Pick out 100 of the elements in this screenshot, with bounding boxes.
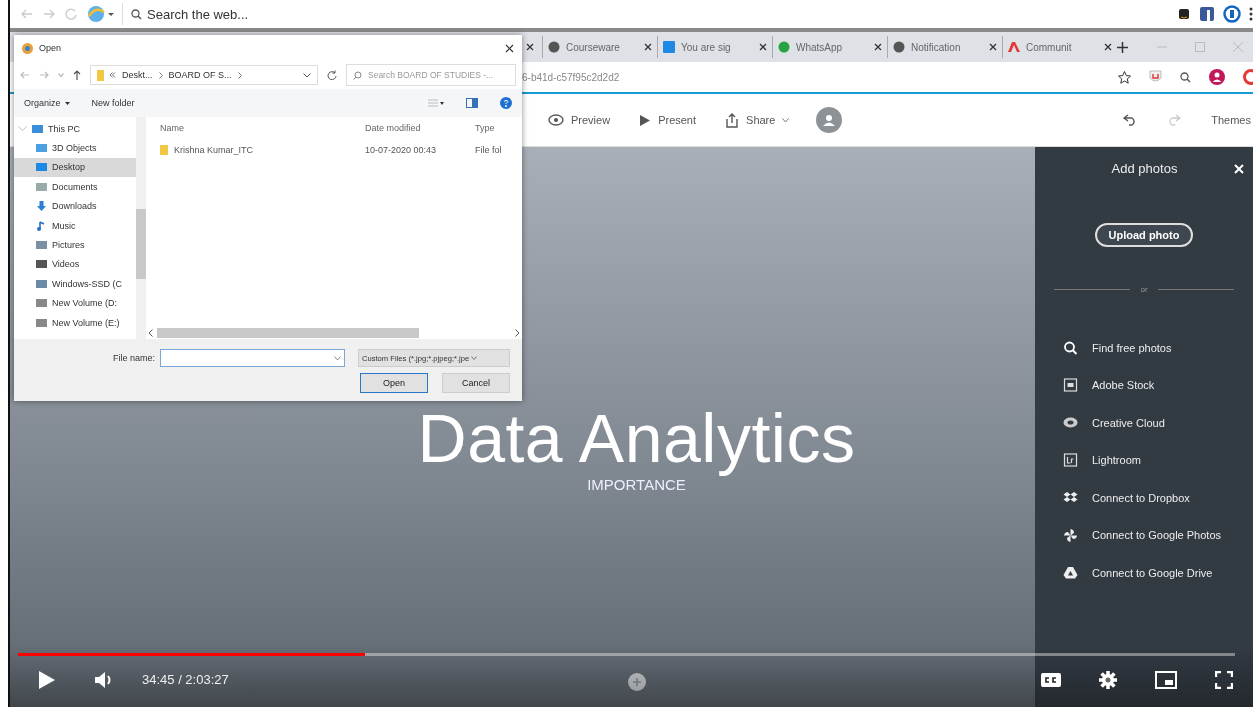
caret-icon [471, 356, 478, 360]
fullscreen-icon[interactable] [1215, 670, 1233, 689]
star-icon[interactable] [1118, 70, 1131, 84]
tree-item[interactable]: Documents [14, 177, 136, 197]
present-button[interactable]: Present [637, 109, 699, 131]
tree-item[interactable]: Downloads [14, 196, 136, 216]
path-segment[interactable]: BOARD OF S... [168, 70, 232, 80]
refresh-icon[interactable] [327, 70, 337, 80]
scrollbar[interactable] [136, 117, 146, 339]
organize-menu[interactable]: Organize [24, 98, 70, 108]
progress-track[interactable] [18, 653, 1235, 656]
folder-icon [36, 240, 47, 251]
tree-item[interactable]: 3D Objects [14, 138, 136, 158]
folder-icon [36, 181, 47, 192]
browser-tab[interactable]: Courseware [542, 36, 657, 58]
search-icon[interactable] [1180, 71, 1191, 83]
column-header[interactable]: Type [475, 123, 522, 133]
photo-source-item[interactable]: Find free photos [1035, 329, 1253, 367]
avatar-icon[interactable] [1209, 69, 1225, 85]
open-button[interactable]: Open [360, 373, 428, 393]
tree-item[interactable]: Desktop [14, 157, 136, 178]
search-field[interactable]: Search the web... [122, 3, 249, 25]
browser-tab[interactable]: Communit [1002, 36, 1117, 58]
photo-source-item[interactable]: Connect to Google Drive [1035, 554, 1253, 592]
upload-photo-button[interactable]: Upload photo [1094, 223, 1194, 247]
photo-source-item[interactable]: Lightroom [1035, 441, 1253, 479]
close-icon[interactable] [526, 43, 534, 51]
path-segment[interactable]: Deskt... [122, 70, 153, 80]
tree-item[interactable]: Music [14, 215, 136, 236]
close-icon[interactable] [874, 43, 882, 51]
settings-icon[interactable] [1099, 670, 1117, 689]
search-icon [353, 70, 362, 80]
shield-icon[interactable] [1149, 70, 1162, 84]
person-icon [823, 114, 836, 126]
circle-icon[interactable] [1223, 5, 1241, 23]
miniplayer-icon[interactable] [1155, 670, 1177, 689]
tree-item[interactable]: Windows-SSD (C [14, 274, 136, 294]
path-field[interactable]: Deskt... BOARD OF S... [90, 65, 318, 85]
scrollbar-thumb[interactable] [157, 328, 419, 338]
tree-item[interactable]: Pictures [14, 235, 136, 255]
photo-source-item[interactable]: Connect to Dropbox [1035, 479, 1253, 517]
tree-item[interactable]: New Volume (D: [14, 293, 136, 313]
tree-item[interactable]: New Volume (E:) [14, 312, 136, 333]
add-icon[interactable] [627, 673, 646, 691]
close-icon[interactable] [759, 43, 767, 51]
logo-icon [1008, 41, 1020, 53]
new-folder-button[interactable]: New folder [91, 98, 135, 108]
folder-icon [36, 278, 47, 289]
close-icon[interactable] [989, 43, 997, 51]
browser-tab[interactable]: WhatsApp [772, 36, 887, 58]
photo-source-item[interactable]: Connect to Google Photos [1035, 516, 1253, 554]
folder-icon [36, 259, 47, 270]
separator-label: or [1140, 285, 1148, 294]
slide-subtitle: IMPORTANCE [587, 476, 686, 493]
chevron-icon [158, 71, 163, 79]
undo-icon[interactable] [1123, 114, 1138, 126]
help-icon[interactable] [500, 97, 512, 109]
pane-icon[interactable] [466, 98, 478, 108]
chevron-left-icon[interactable] [148, 329, 153, 337]
photo-source-item[interactable]: Adobe Stock [1035, 366, 1253, 404]
caret-icon[interactable] [303, 72, 311, 78]
scrollbar-thumb[interactable] [136, 209, 146, 279]
up-icon[interactable] [73, 70, 81, 80]
file-name-field[interactable] [160, 349, 345, 367]
avatar-button[interactable] [816, 107, 843, 133]
chat-icon [778, 41, 790, 53]
browser-tab[interactable]: You are sig [657, 36, 772, 58]
chevron-right-icon[interactable] [515, 329, 520, 337]
kebab-icon[interactable] [1249, 7, 1253, 21]
close-icon[interactable] [1104, 43, 1112, 51]
column-header[interactable]: Date modified [365, 123, 475, 133]
play-icon[interactable] [38, 669, 56, 690]
themes-button[interactable]: Themes [1211, 114, 1251, 126]
globe-icon [548, 41, 560, 53]
close-icon[interactable] [644, 43, 652, 51]
square-icon[interactable] [1199, 6, 1215, 22]
field-label: File name: [112, 353, 155, 363]
share-button[interactable]: Share [723, 108, 792, 132]
photo-source-item[interactable]: Creative Cloud [1035, 404, 1253, 442]
globe-icon [893, 41, 905, 53]
file-name[interactable]: Krishna Kumar_ITC [160, 145, 365, 155]
url-text[interactable]: 6-b41d-c57f95c2d2d2 [522, 71, 1100, 83]
close-icon[interactable] [505, 43, 514, 53]
tree-item[interactable]: This PC [14, 119, 136, 139]
plus-icon[interactable] [1117, 41, 1128, 53]
eye-icon [548, 114, 564, 126]
browser-tab[interactable]: Notification [887, 36, 1002, 58]
column-header[interactable]: Name [160, 123, 365, 133]
tree-item[interactable]: Videos [14, 254, 136, 275]
pinwheel-icon [1063, 527, 1078, 543]
view-icon[interactable] [428, 98, 444, 108]
ring-icon[interactable] [1243, 69, 1253, 85]
time-display: 34:45 / 2:03:27 [142, 672, 229, 687]
share-icon [725, 112, 740, 128]
play-icon [639, 113, 652, 127]
caret-icon [334, 355, 341, 361]
folder-icon [160, 145, 168, 155]
preview-button[interactable]: Preview [546, 110, 613, 130]
search-icon [1063, 340, 1078, 355]
cancel-button[interactable]: Cancel [442, 373, 510, 393]
